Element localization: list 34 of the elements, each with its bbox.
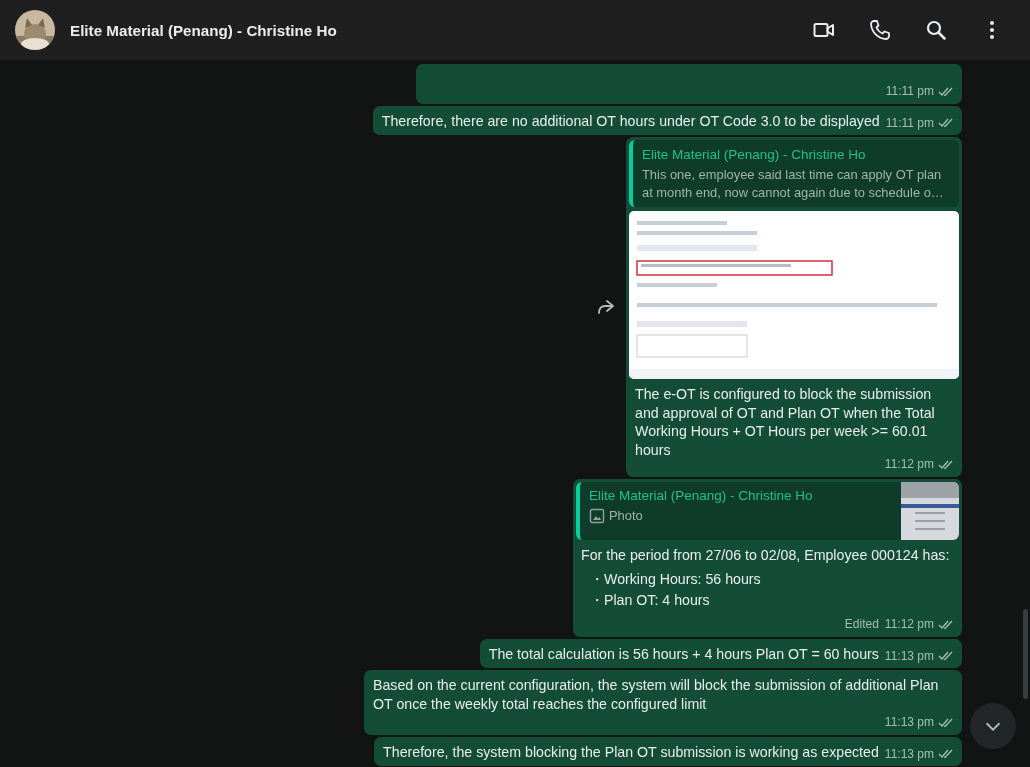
double-tick-icon <box>938 650 954 662</box>
message-text: For the period from 27/06 to 02/08, Employee 000124 has: <box>580 545 951 565</box>
message-text: Therefore, the system blocking the Plan OT submission is working as expected <box>383 742 879 761</box>
quoted-message[interactable]: Elite Material (Penang) - Christine Ho This one, employee said last time can apply OT plan at month end, now cannot again due to schedule o… <box>629 140 959 207</box>
message-text: Based on the current configuration, the system will block the submission of additional Plan OT once the weekly total reaches the configured limit <box>373 676 940 713</box>
message-time: 11:11 pm <box>885 114 934 132</box>
contact-name[interactable]: Elite Material (Penang) - Christine Ho <box>70 21 337 39</box>
quote-author: Elite Material (Penang) - Christine Ho <box>589 486 813 505</box>
message-time: 11:12 pm <box>884 456 934 473</box>
edited-label: Edited <box>844 616 879 633</box>
message-time: 11:13 pm <box>884 745 934 763</box>
image-icon <box>589 507 605 524</box>
message-time: 11:12 pm <box>884 616 934 633</box>
phone-icon[interactable] <box>868 18 892 42</box>
quote-author: Elite Material (Penang) - Christine Ho <box>642 146 867 164</box>
message-text: Therefore, there are no additional OT hours under OT Code 3.0 to be displayed <box>381 111 880 130</box>
message-text: The e-OT is configured to block the submission and approval of OT and Plan OT when the Total Working Hours + OT Hours per week >= 60.01 hours <box>634 385 936 459</box>
list-item: ・Plan OT: 4 hours <box>589 590 711 609</box>
scrollbar[interactable] <box>1023 609 1028 699</box>
double-tick-icon <box>938 716 954 728</box>
message-time: 11:13 pm <box>884 714 934 731</box>
double-tick-icon <box>938 117 954 129</box>
quoted-message[interactable]: Elite Material (Penang) - Christine Ho Photo <box>576 481 959 540</box>
double-tick-icon <box>938 85 954 97</box>
quote-text: Photo <box>609 506 643 525</box>
quote-text: This one, employee said last time can apply OT plan at month end, now cannot again due to schedule o… <box>642 166 945 202</box>
message-text: The total calculation is 56 hours + 4 hours Plan OT = 60 hours <box>488 644 879 663</box>
double-tick-icon <box>938 618 954 630</box>
double-tick-icon <box>938 748 954 760</box>
double-tick-icon <box>938 458 954 470</box>
list-item: ・Working Hours: 56 hours <box>589 570 762 589</box>
search-icon[interactable] <box>924 18 948 42</box>
message-time: 11:11 pm <box>885 83 934 100</box>
message-time: 11:13 pm <box>884 647 934 665</box>
